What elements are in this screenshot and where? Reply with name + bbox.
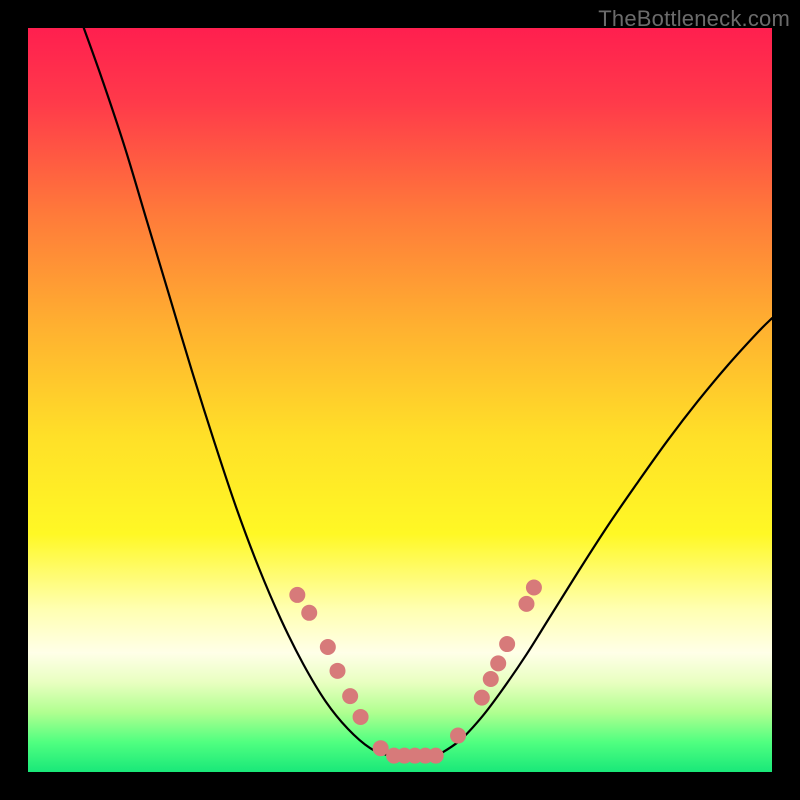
marker-point xyxy=(373,740,389,756)
marker-point xyxy=(342,688,358,704)
marker-point xyxy=(301,605,317,621)
chart-plot-area xyxy=(28,28,772,772)
marker-point xyxy=(490,655,506,671)
marker-point xyxy=(450,728,466,744)
marker-point xyxy=(518,596,534,612)
marker-point xyxy=(483,671,499,687)
marker-point xyxy=(474,690,490,706)
marker-point xyxy=(526,579,542,595)
marker-point xyxy=(320,639,336,655)
outer-frame: TheBottleneck.com xyxy=(0,0,800,800)
marker-point xyxy=(330,663,346,679)
marker-point xyxy=(499,636,515,652)
marker-point xyxy=(353,709,369,725)
chart-background xyxy=(28,28,772,772)
chart-svg xyxy=(28,28,772,772)
watermark-text: TheBottleneck.com xyxy=(598,6,790,32)
marker-point xyxy=(428,748,444,764)
marker-point xyxy=(289,587,305,603)
